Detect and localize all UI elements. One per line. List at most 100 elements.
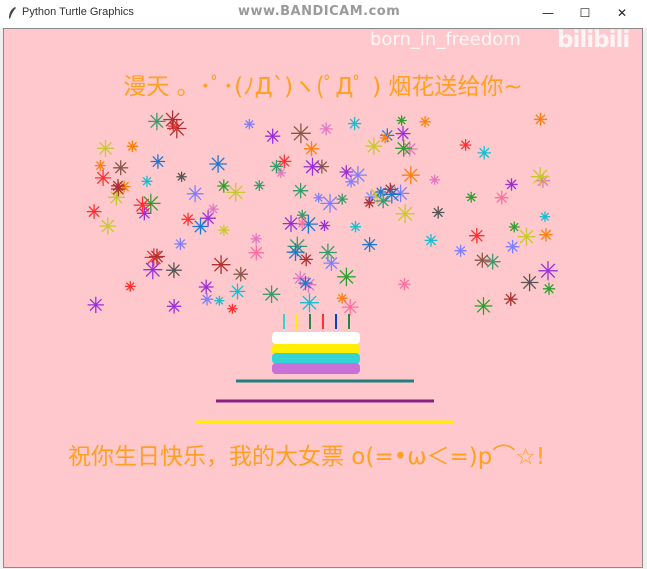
firework-star: [530, 167, 550, 187]
firework-star: [542, 282, 556, 295]
firework-star: [300, 276, 317, 293]
recording-watermark: www.BANDICAM.com: [238, 4, 401, 19]
firework-star: [253, 180, 265, 191]
maximize-button[interactable]: ☐: [567, 2, 603, 24]
firework-star: [211, 255, 231, 275]
firework-star: [176, 171, 187, 182]
firework-star: [375, 186, 387, 198]
firework-star: [304, 141, 319, 157]
firework-star: [148, 112, 166, 131]
firework-star: [144, 248, 164, 267]
fireworks-headline: 漫天 。･ﾟ･(ﾉД`)ヽ(ﾟДﾟ ) 烟花送给你~: [123, 74, 523, 100]
brand-watermark: born_in_freedom: [370, 29, 521, 50]
firework-star: [166, 298, 182, 314]
firework-star: [323, 255, 340, 272]
firework-star: [126, 140, 139, 153]
firework-star: [429, 174, 440, 185]
firework-star: [297, 218, 308, 229]
firework-star: [313, 192, 324, 203]
birthday-message: 祝你生日快乐，我的大女票 o(=•ω＜=)p⌒☆!: [68, 444, 546, 470]
firework-star: [337, 267, 356, 287]
firework-star: [459, 139, 472, 151]
firework-star: [192, 218, 209, 235]
firework-star: [339, 165, 354, 179]
cake-layer: [272, 363, 360, 374]
birthday-cake: [196, 314, 454, 424]
turtle-canvas[interactable]: born_in_freedom bilibili 漫天 。･ﾟ･(ﾉД`)ヽ(ﾟ…: [3, 28, 643, 568]
fireworks-drawing: [86, 110, 558, 424]
firework-star: [419, 116, 431, 128]
close-button[interactable]: ✕: [604, 2, 640, 24]
firework-star: [181, 212, 195, 226]
firework-star: [99, 217, 117, 235]
firework-star: [262, 285, 281, 304]
firework-star: [347, 116, 362, 131]
firework-star: [503, 292, 518, 307]
firework-star: [318, 219, 331, 232]
cake-layer: [272, 353, 360, 364]
firework-star: [401, 166, 420, 185]
firework-star: [375, 193, 391, 209]
firework-star: [535, 173, 551, 188]
firework-star: [362, 237, 378, 253]
firework-star: [508, 221, 520, 233]
firework-star: [94, 159, 106, 172]
feather-icon: [9, 7, 16, 19]
firework-star: [465, 191, 477, 203]
firework-star: [520, 273, 539, 292]
firework-star: [292, 182, 309, 199]
firework-star: [163, 110, 182, 129]
firework-star: [298, 275, 313, 291]
firework-star: [87, 296, 104, 314]
firework-star: [275, 167, 286, 178]
firework-star: [469, 227, 485, 244]
firework-star: [365, 137, 383, 155]
firework-star: [396, 115, 407, 126]
firework-star: [200, 293, 214, 306]
firework-star: [214, 295, 225, 306]
firework-star: [269, 159, 284, 174]
firework-star: [111, 179, 125, 193]
firework-star: [341, 298, 359, 316]
firework-star: [299, 252, 313, 267]
firework-star: [150, 154, 166, 169]
firework-star: [538, 261, 558, 281]
firework-star: [218, 224, 230, 236]
window-titlebar: Python Turtle Graphics www.BANDICAM.com …: [0, 0, 647, 28]
maximize-icon: ☐: [579, 6, 591, 20]
firework-star: [494, 190, 509, 205]
firework-star: [398, 278, 411, 291]
firework-star: [96, 139, 115, 157]
firework-star: [198, 279, 214, 295]
firework-star: [250, 233, 262, 245]
firework-star: [517, 227, 536, 246]
firework-star: [166, 262, 182, 279]
firework-star: [141, 175, 153, 187]
firework-star: [474, 297, 493, 315]
firework-star: [217, 179, 231, 193]
firework-star: [382, 185, 402, 204]
firework-star: [539, 228, 553, 242]
firework-star: [133, 196, 152, 214]
firework-star: [86, 204, 102, 219]
firework-star: [113, 160, 129, 176]
firework-star: [265, 128, 281, 144]
firework-star: [319, 122, 333, 136]
firework-star: [454, 244, 467, 257]
firework-star: [379, 132, 391, 144]
firework-star: [94, 169, 112, 186]
minimize-button[interactable]: —: [530, 2, 566, 24]
firework-star: [505, 178, 518, 191]
firework-star: [148, 248, 165, 265]
firework-star: [229, 283, 246, 300]
firework-star: [299, 293, 319, 313]
firework-star: [539, 211, 551, 222]
window-title: Python Turtle Graphics: [22, 6, 134, 18]
firework-star: [320, 193, 340, 213]
firework-star: [505, 239, 520, 254]
cake-layer: [272, 332, 360, 344]
firework-star: [348, 166, 367, 185]
firework-star: [395, 139, 413, 157]
firework-star: [533, 112, 548, 126]
firework-star: [226, 182, 246, 202]
